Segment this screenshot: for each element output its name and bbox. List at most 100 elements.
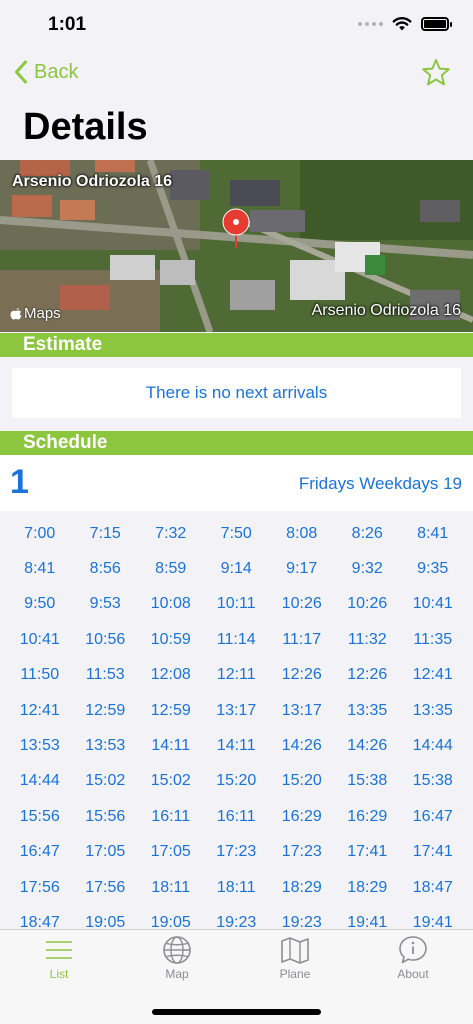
schedule-time-cell[interactable]: 15:38 — [400, 764, 466, 799]
schedule-time-cell[interactable]: 13:17 — [269, 693, 335, 728]
schedule-time-cell[interactable]: 10:08 — [138, 587, 204, 622]
schedule-time-cell[interactable]: 13:35 — [400, 693, 466, 728]
schedule-time-cell[interactable]: 8:08 — [269, 516, 335, 551]
schedule-time-cell[interactable]: 14:44 — [400, 728, 466, 763]
schedule-time-cell[interactable]: 12:26 — [335, 658, 401, 693]
schedule-time-cell[interactable]: 19:23 — [204, 905, 270, 930]
schedule-time-cell[interactable]: 15:20 — [269, 764, 335, 799]
schedule-time-cell[interactable]: 12:41 — [400, 658, 466, 693]
schedule-time-cell[interactable]: 17:41 — [335, 835, 401, 870]
schedule-time-cell[interactable]: 18:47 — [7, 905, 73, 930]
schedule-time-cell[interactable]: 16:47 — [7, 835, 73, 870]
battery-icon — [421, 16, 452, 31]
schedule-time-cell[interactable]: 8:56 — [73, 551, 139, 586]
schedule-time-cell[interactable]: 16:29 — [335, 799, 401, 834]
schedule-time-cell[interactable]: 12:59 — [138, 693, 204, 728]
schedule-time-cell[interactable]: 19:05 — [138, 905, 204, 930]
back-button[interactable]: Back — [14, 60, 78, 84]
schedule-time-cell[interactable]: 10:59 — [138, 622, 204, 657]
tab-about[interactable]: About — [354, 935, 472, 981]
schedule-time-cell[interactable]: 15:20 — [204, 764, 270, 799]
schedule-time-cell[interactable]: 14:44 — [7, 764, 73, 799]
schedule-time-cell[interactable]: 11:32 — [335, 622, 401, 657]
schedule-times-grid: 7:00 7:15 7:32 7:50 8:08 8:26 8:41 8:41 8:56 8:59… — [0, 516, 473, 930]
schedule-time-cell[interactable]: 12:08 — [138, 658, 204, 693]
schedule-time-cell[interactable]: 7:15 — [73, 516, 139, 551]
schedule-time-cell[interactable]: 15:56 — [7, 799, 73, 834]
schedule-time-cell[interactable]: 11:53 — [73, 658, 139, 693]
schedule-time-cell[interactable]: 18:47 — [400, 870, 466, 905]
schedule-time-cell[interactable]: 15:56 — [73, 799, 139, 834]
schedule-time-cell[interactable]: 12:11 — [204, 658, 270, 693]
schedule-time-cell[interactable]: 17:05 — [138, 835, 204, 870]
schedule-time-cell[interactable]: 15:02 — [138, 764, 204, 799]
schedule-time-cell[interactable]: 17:23 — [269, 835, 335, 870]
schedule-time-cell[interactable]: 12:41 — [7, 693, 73, 728]
schedule-time-cell[interactable]: 10:11 — [204, 587, 270, 622]
schedule-time-cell[interactable]: 8:59 — [138, 551, 204, 586]
schedule-time-cell[interactable]: 19:41 — [400, 905, 466, 930]
schedule-time-cell[interactable]: 14:11 — [204, 728, 270, 763]
schedule-time-cell[interactable]: 13:17 — [204, 693, 270, 728]
schedule-time-cell[interactable]: 12:26 — [269, 658, 335, 693]
schedule-time-cell[interactable]: 16:47 — [400, 799, 466, 834]
schedule-time-cell[interactable]: 16:29 — [269, 799, 335, 834]
schedule-time-cell[interactable]: 13:53 — [7, 728, 73, 763]
schedule-time-cell[interactable]: 16:11 — [138, 799, 204, 834]
schedule-time-cell[interactable]: 18:29 — [269, 870, 335, 905]
schedule-time-cell[interactable]: 8:41 — [400, 516, 466, 551]
schedule-time-cell[interactable]: 7:00 — [7, 516, 73, 551]
schedule-time-cell[interactable]: 17:05 — [73, 835, 139, 870]
schedule-time-cell[interactable]: 14:26 — [335, 728, 401, 763]
schedule-time-cell[interactable]: 10:56 — [73, 622, 139, 657]
schedule-times-list[interactable]: 7:00 7:15 7:32 7:50 8:08 8:26 8:41 8:41 8:56 8:59… — [0, 516, 473, 930]
schedule-time-cell[interactable]: 8:26 — [335, 516, 401, 551]
schedule-time-cell[interactable]: 17:56 — [7, 870, 73, 905]
route-row[interactable]: 1 Fridays Weekdays 19 — [0, 455, 473, 511]
schedule-time-cell[interactable]: 9:32 — [335, 551, 401, 586]
schedule-time-cell[interactable]: 19:23 — [269, 905, 335, 930]
schedule-time-cell[interactable]: 15:38 — [335, 764, 401, 799]
schedule-time-cell[interactable]: 19:05 — [73, 905, 139, 930]
schedule-time-cell[interactable]: 10:41 — [400, 587, 466, 622]
tab-plane[interactable]: Plane — [236, 935, 354, 981]
schedule-time-cell[interactable]: 14:26 — [269, 728, 335, 763]
schedule-time-cell[interactable]: 9:50 — [7, 587, 73, 622]
location-pin-icon[interactable] — [220, 208, 252, 253]
schedule-time-cell[interactable]: 18:29 — [335, 870, 401, 905]
schedule-time-cell[interactable]: 10:41 — [7, 622, 73, 657]
schedule-time-cell[interactable]: 15:02 — [73, 764, 139, 799]
tab-map[interactable]: Map — [118, 935, 236, 981]
schedule-time-cell[interactable]: 14:11 — [138, 728, 204, 763]
schedule-time-cell[interactable]: 9:35 — [400, 551, 466, 586]
schedule-time-cell[interactable]: 18:11 — [204, 870, 270, 905]
schedule-time-cell[interactable]: 9:17 — [269, 551, 335, 586]
schedule-time-cell[interactable]: 11:50 — [7, 658, 73, 693]
schedule-time-cell[interactable]: 16:11 — [204, 799, 270, 834]
schedule-time-cell[interactable]: 10:26 — [269, 587, 335, 622]
route-number: 1 — [10, 463, 29, 501]
schedule-time-cell[interactable]: 13:35 — [335, 693, 401, 728]
schedule-time-cell[interactable]: 13:53 — [73, 728, 139, 763]
schedule-time-cell[interactable]: 12:59 — [73, 693, 139, 728]
schedule-time-cell[interactable]: 7:32 — [138, 516, 204, 551]
schedule-time-cell[interactable]: 9:53 — [73, 587, 139, 622]
tab-bar: List Map Plane About — [0, 929, 473, 1024]
schedule-time-cell[interactable]: 18:11 — [138, 870, 204, 905]
schedule-time-cell[interactable]: 17:41 — [400, 835, 466, 870]
schedule-time-cell[interactable]: 11:17 — [269, 622, 335, 657]
map-street-label-bottom: Arsenio Odriozola 16 — [311, 302, 461, 319]
location-map[interactable]: Arsenio Odriozola 16 Arsenio Odriozola 1… — [0, 160, 473, 332]
schedule-time-cell[interactable]: 8:41 — [7, 551, 73, 586]
schedule-time-cell[interactable]: 19:41 — [335, 905, 401, 930]
schedule-time-cell[interactable]: 11:35 — [400, 622, 466, 657]
schedule-time-cell[interactable]: 17:56 — [73, 870, 139, 905]
tab-map-label: Map — [165, 967, 189, 981]
schedule-time-cell[interactable]: 7:50 — [204, 516, 270, 551]
schedule-time-cell[interactable]: 17:23 — [204, 835, 270, 870]
schedule-time-cell[interactable]: 10:26 — [335, 587, 401, 622]
tab-list[interactable]: List — [0, 935, 118, 981]
schedule-time-cell[interactable]: 9:14 — [204, 551, 270, 586]
favorite-button[interactable] — [421, 58, 451, 93]
schedule-time-cell[interactable]: 11:14 — [204, 622, 270, 657]
